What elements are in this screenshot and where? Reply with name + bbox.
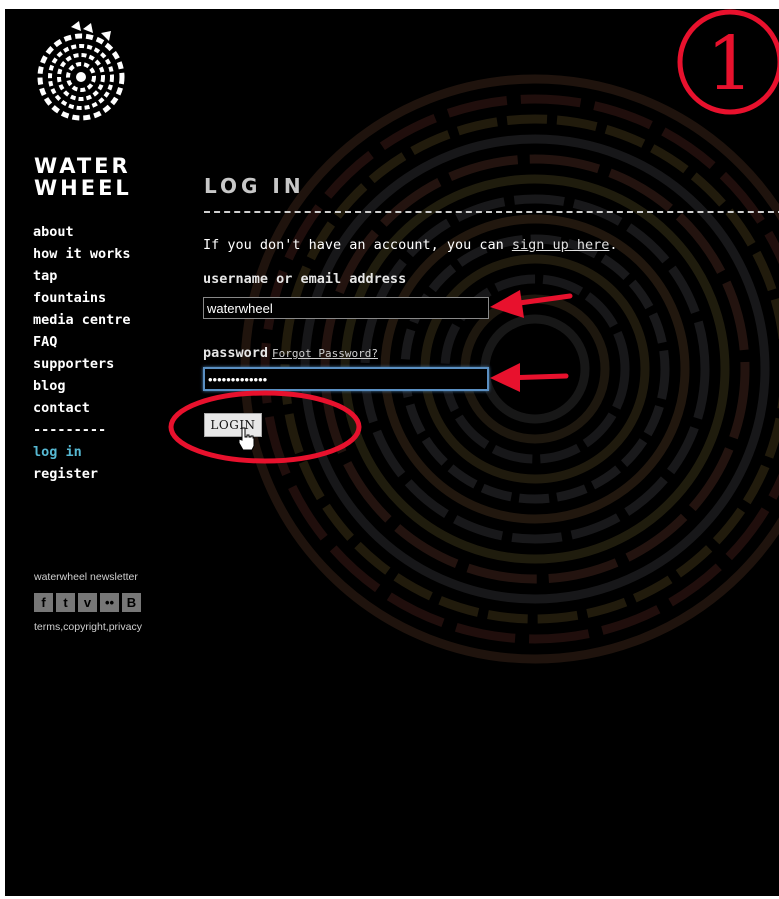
waterwheel-logo-icon[interactable] bbox=[27, 21, 135, 129]
signup-prompt-text: If you don't have an account, you can bbox=[203, 237, 512, 253]
flickr-icon[interactable]: •• bbox=[100, 593, 119, 612]
nav-item-supporters[interactable]: supporters bbox=[33, 353, 131, 375]
legal-links[interactable]: terms,copyright,privacy bbox=[34, 621, 142, 633]
login-button[interactable]: LOGIN bbox=[204, 413, 262, 437]
nav-item-contact[interactable]: contact bbox=[33, 397, 131, 419]
nav-item-log-in[interactable]: log in bbox=[33, 441, 131, 463]
forgot-password-link[interactable]: Forgot Password? bbox=[272, 347, 378, 360]
nav-item-about[interactable]: about bbox=[33, 221, 131, 243]
title-divider bbox=[204, 211, 779, 213]
brand-wordmark-line1: WATER bbox=[34, 154, 131, 178]
nav-item-media-centre[interactable]: media centre bbox=[33, 309, 131, 331]
newsletter-link[interactable]: waterwheel newsletter bbox=[34, 571, 138, 583]
blogger-icon[interactable]: B bbox=[122, 593, 141, 612]
sign-up-link[interactable]: sign up here bbox=[512, 237, 610, 253]
password-label-row: password Forgot Password? bbox=[203, 342, 378, 361]
page-title: LOG IN bbox=[204, 174, 305, 198]
nav-separator: --------- bbox=[33, 422, 107, 438]
vimeo-icon[interactable]: v bbox=[78, 593, 97, 612]
signup-prompt: If you don't have an account, you can si… bbox=[203, 237, 618, 253]
main-nav: about how it works tap fountains media c… bbox=[33, 221, 131, 485]
nav-item-how-it-works[interactable]: how it works bbox=[33, 243, 131, 265]
nav-item-fountains[interactable]: fountains bbox=[33, 287, 131, 309]
twitter-icon[interactable]: t bbox=[56, 593, 75, 612]
username-label: username or email address bbox=[203, 271, 407, 287]
nav-item-tap[interactable]: tap bbox=[33, 265, 131, 287]
nav-item-register[interactable]: register bbox=[33, 463, 131, 485]
social-links: f t v •• B bbox=[34, 593, 141, 612]
password-label: password bbox=[203, 345, 269, 361]
nav-item-faq[interactable]: FAQ bbox=[33, 331, 131, 353]
username-input[interactable] bbox=[203, 297, 489, 319]
signup-prompt-end: . bbox=[609, 237, 618, 253]
nav-item-blog[interactable]: blog bbox=[33, 375, 131, 397]
password-input[interactable] bbox=[203, 367, 489, 391]
facebook-icon[interactable]: f bbox=[34, 593, 53, 612]
brand-wordmark-line2: WHEEL bbox=[34, 176, 132, 200]
page-frame: WATER WHEEL about how it works tap fount… bbox=[5, 9, 779, 896]
